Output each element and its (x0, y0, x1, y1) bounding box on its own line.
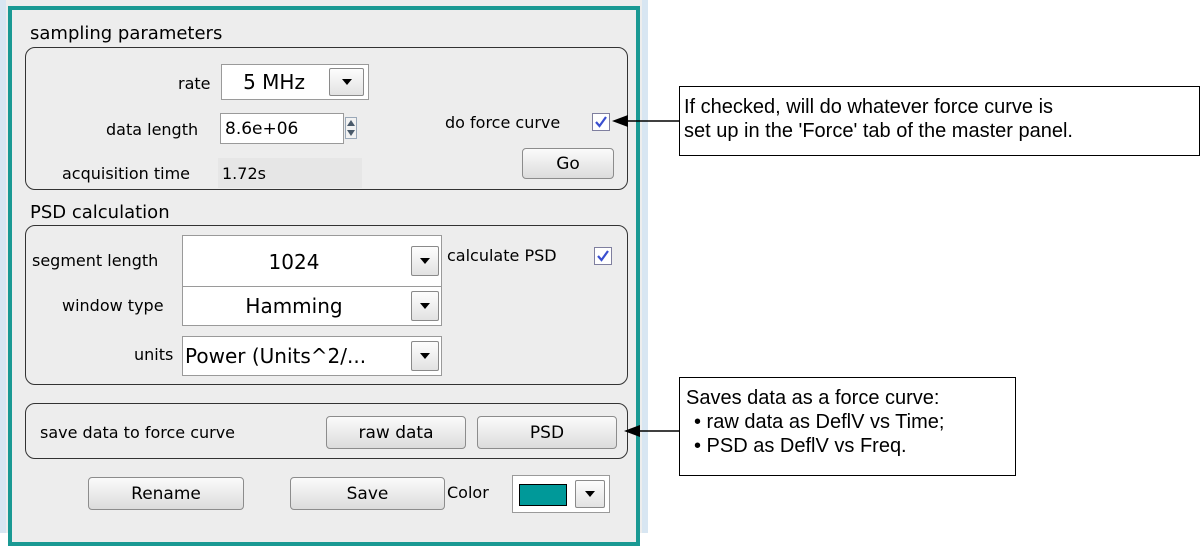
annotation-arrows (612, 115, 680, 437)
save-note-line3: • PSD as DeflV vs Freq. (694, 435, 907, 457)
arrowhead-icon (612, 115, 628, 127)
save-note-line2: • raw data as DeflV vs Time; (694, 411, 945, 433)
save-note-line1: Saves data as a force curve: (686, 387, 940, 409)
force-curve-note-line2: set up in the 'Force' tab of the master … (684, 120, 1073, 142)
force-curve-annotation: If checked, will do whatever force curve… (679, 86, 1200, 156)
arrowhead-icon (624, 425, 640, 437)
save-annotation: Saves data as a force curve: • raw data … (679, 377, 1016, 476)
force-curve-note-line1: If checked, will do whatever force curve… (684, 96, 1054, 118)
